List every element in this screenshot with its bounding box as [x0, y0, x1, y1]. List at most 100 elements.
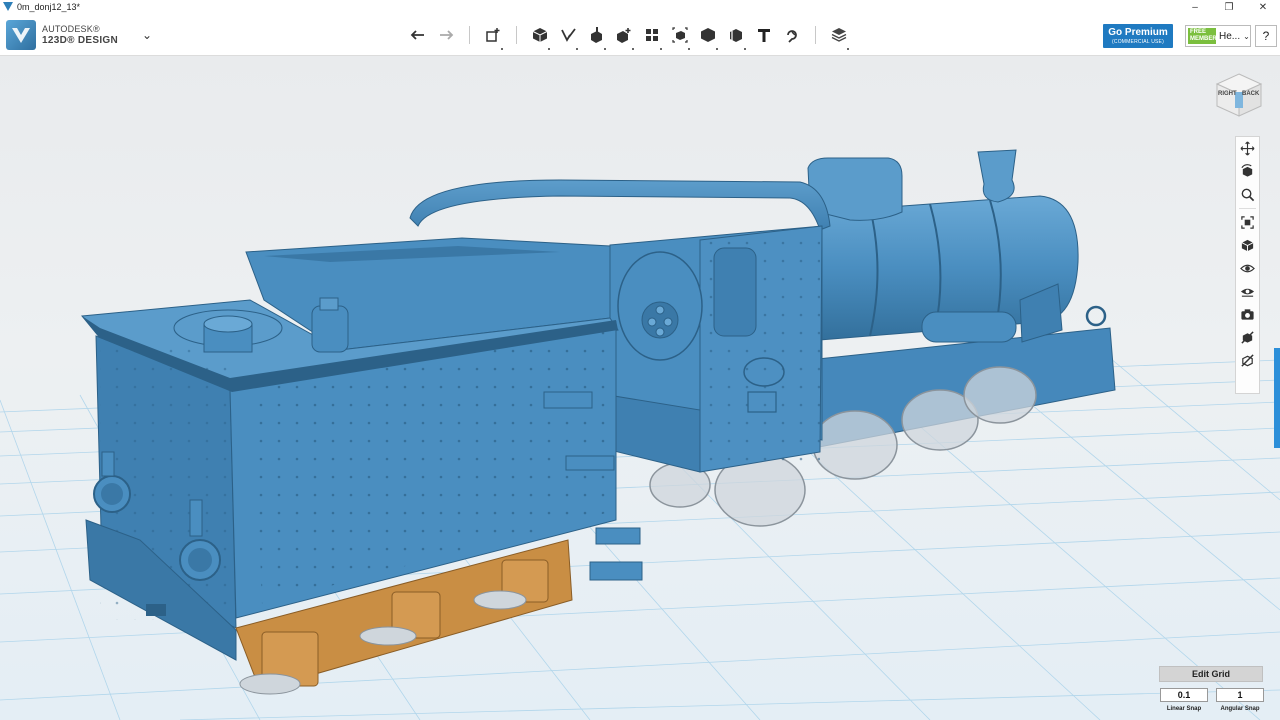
fit-button[interactable]	[1236, 211, 1259, 234]
visibility-button[interactable]	[1236, 280, 1259, 303]
app-menu-button[interactable]: AUTODESK® 123D® DESIGN ⌄	[6, 20, 152, 50]
pan-icon	[1240, 141, 1255, 156]
main-toolbar: AUTODESK® 123D® DESIGN ⌄ Go Premium (COM…	[0, 14, 1280, 56]
chimney[interactable]	[977, 149, 1017, 203]
submenu-indicator	[744, 48, 746, 50]
construct-icon	[591, 27, 602, 43]
toolbar-divider	[469, 26, 470, 44]
oil-can[interactable]	[311, 297, 349, 353]
firebox-door[interactable]	[641, 301, 679, 339]
redo-arrow-icon	[440, 30, 454, 40]
view-box-icon	[1241, 239, 1254, 252]
cab-window[interactable]	[713, 247, 757, 337]
view-cube[interactable]: RIGHT BACK	[1213, 72, 1265, 118]
transform-icon	[486, 28, 500, 42]
materials-button[interactable]	[825, 22, 853, 50]
submenu-indicator	[604, 48, 606, 50]
text-button[interactable]	[750, 22, 778, 48]
eye-button[interactable]	[1236, 257, 1259, 280]
undo-button[interactable]	[404, 22, 432, 48]
chevron-down-icon: ⌄	[1243, 31, 1250, 41]
restore-button[interactable]: ❐	[1212, 0, 1246, 14]
undo-arrow-icon	[410, 30, 424, 40]
scene-canvas[interactable]	[0, 56, 1280, 720]
premium-label: Go Premium	[1108, 27, 1168, 38]
orbit-button[interactable]	[1236, 160, 1259, 183]
modify-icon	[617, 28, 631, 43]
account-menu[interactable]: FREE MEMBER He... ⌄	[1185, 25, 1251, 47]
combine-icon	[701, 28, 715, 42]
window-controls: – ❐ ✕	[1178, 0, 1280, 14]
sketch-button[interactable]	[554, 22, 582, 50]
badge-line-1: FREE	[1190, 29, 1207, 35]
combine-button[interactable]	[694, 22, 722, 50]
brand-line-2: 123D® DESIGN	[42, 35, 118, 46]
angular-snap-label: Angular Snap	[1220, 706, 1260, 712]
brand-line-1: AUTODESK®	[42, 24, 100, 34]
measure-button[interactable]	[722, 22, 750, 50]
submenu-indicator	[632, 48, 634, 50]
linear-snap-group: Linear Snap	[1159, 685, 1209, 712]
group-icon	[672, 27, 688, 43]
snapshot-off-button[interactable]	[1236, 326, 1259, 349]
submenu-indicator	[548, 48, 550, 50]
chevron-down-icon: ⌄	[142, 28, 153, 42]
submenu-indicator	[716, 48, 718, 50]
submenu-indicator	[660, 48, 662, 50]
toolbar-divider	[815, 26, 816, 44]
window-title: 0m_donj12_13*	[17, 2, 81, 12]
transform-button[interactable]	[479, 22, 507, 50]
view-box-button[interactable]	[1236, 234, 1259, 257]
primitive-box-icon	[532, 28, 548, 42]
premium-sublabel: (COMMERCIAL USE)	[1112, 39, 1164, 45]
buffer-slot	[146, 604, 166, 616]
angular-snap-input[interactable]	[1216, 688, 1264, 702]
brand-text: AUTODESK® 123D® DESIGN	[42, 24, 118, 46]
linear-snap-input[interactable]	[1160, 688, 1208, 702]
materials-layers-icon	[831, 28, 847, 42]
eye-icon	[1240, 264, 1255, 273]
camera-button[interactable]	[1236, 303, 1259, 326]
view-cube-right-face[interactable]: RIGHT	[1218, 91, 1237, 97]
account-name: He...	[1219, 30, 1241, 42]
camera-icon	[1241, 309, 1254, 320]
side-panel-tab[interactable]	[1274, 348, 1280, 448]
group-button[interactable]	[666, 22, 694, 50]
zoom-icon	[1241, 188, 1255, 202]
submenu-indicator	[847, 48, 849, 50]
go-premium-button[interactable]: Go Premium (COMMERCIAL USE)	[1103, 24, 1173, 48]
edit-grid-button[interactable]: Edit Grid	[1159, 666, 1263, 682]
modify-button[interactable]	[610, 22, 638, 50]
primitives-button[interactable]	[526, 22, 554, 50]
minimize-button[interactable]: –	[1178, 0, 1212, 14]
material-off-button[interactable]	[1236, 349, 1259, 372]
close-button[interactable]: ✕	[1246, 0, 1280, 14]
linear-snap-label: Linear Snap	[1166, 706, 1202, 712]
side-tank[interactable]	[921, 311, 1017, 343]
orbit-icon	[1241, 164, 1253, 177]
fit-icon	[1241, 216, 1254, 229]
3d-viewport[interactable]: RIGHT BACK Edit Grid 0.1 Linear Snap 1 A…	[0, 56, 1280, 720]
app-logo-icon	[3, 2, 13, 11]
pattern-button[interactable]	[638, 22, 666, 50]
view-cube-back-face[interactable]: BACK	[1242, 91, 1259, 97]
snap-settings-row: Linear Snap Angular Snap	[1159, 685, 1265, 712]
visibility-icon	[1240, 288, 1255, 297]
sketch-pencil-icon	[561, 28, 576, 42]
snap-icon	[787, 30, 797, 43]
measure-icon	[730, 29, 742, 42]
badge-line-2: MEMBER	[1190, 36, 1217, 42]
123d-logo-icon	[6, 20, 36, 50]
toolbar-divider	[516, 26, 517, 44]
construct-button[interactable]	[582, 22, 610, 50]
zoom-button[interactable]	[1236, 183, 1259, 206]
submenu-indicator	[576, 48, 578, 50]
pan-button[interactable]	[1236, 137, 1259, 160]
redo-button[interactable]	[432, 22, 460, 48]
material-off-icon	[1241, 354, 1254, 367]
free-member-badge: FREE MEMBER	[1188, 28, 1217, 44]
help-button[interactable]: ?	[1255, 25, 1277, 47]
snap-button[interactable]	[778, 22, 806, 48]
submenu-indicator	[501, 48, 503, 50]
window-titlebar: 0m_donj12_13* – ❐ ✕	[0, 0, 1280, 14]
